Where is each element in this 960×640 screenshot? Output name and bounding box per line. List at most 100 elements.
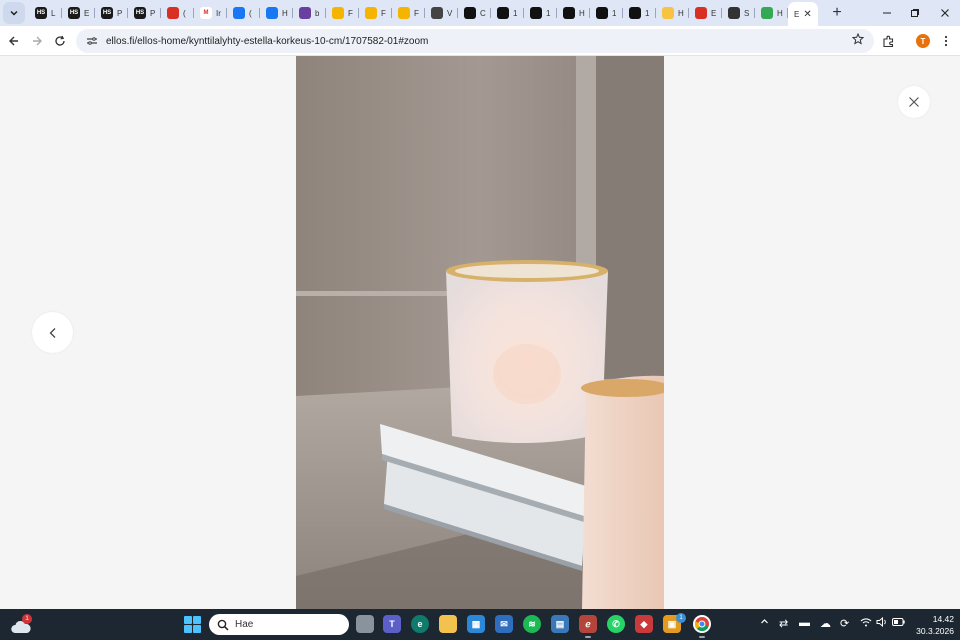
bookmark-star-icon[interactable] <box>851 32 865 48</box>
maps-pin-icon <box>761 7 773 19</box>
minimize-button[interactable] <box>872 0 902 26</box>
new-tab-button[interactable]: + <box>826 2 848 24</box>
gmail-icon: M <box>200 7 212 19</box>
system-clock[interactable]: 14.42 30.3.2026 <box>906 613 954 637</box>
browser-tab[interactable]: HS P <box>95 2 128 24</box>
browser-tab[interactable]: H <box>656 2 689 24</box>
browser-toolbar: ellos.fi/ellos-home/kynttilalyhty-estell… <box>0 26 960 56</box>
browser-tab[interactable]: 1 <box>524 2 557 24</box>
app-red-icon[interactable]: ℯ <box>579 615 597 638</box>
edge-icon[interactable]: e <box>411 615 429 633</box>
volume-icon[interactable] <box>876 616 888 630</box>
flag-icon <box>332 7 344 19</box>
browser-tab[interactable]: 1 <box>590 2 623 24</box>
tab-title: H <box>282 8 288 18</box>
browser-tab[interactable]: E <box>689 2 722 24</box>
browser-tab[interactable]: HS L <box>29 2 62 24</box>
active-tab[interactable]: E ✕ <box>788 2 818 26</box>
browser-tab[interactable]: HS E <box>62 2 95 24</box>
tab-title: F <box>348 8 353 18</box>
site-info-icon[interactable] <box>82 36 102 46</box>
previous-image-button[interactable] <box>32 312 73 353</box>
spotify-icon[interactable]: ≋ <box>523 615 541 633</box>
browser-tab[interactable]: b <box>293 2 326 24</box>
profile-button[interactable]: T <box>911 29 935 53</box>
browser-tab[interactable]: F <box>359 2 392 24</box>
hs-logo-icon: HS <box>134 7 146 19</box>
arrow-left-icon <box>9 36 18 46</box>
flag-icon <box>398 7 410 19</box>
calculator-icon[interactable]: ▤ <box>551 615 569 633</box>
taskbar-search[interactable]: Hae <box>209 614 349 635</box>
store-icon[interactable]: ▦ <box>467 615 485 633</box>
browser-tab[interactable]: M Ir <box>194 2 227 24</box>
bookmark-b-icon <box>299 7 311 19</box>
browser-menu-button[interactable] <box>934 29 958 53</box>
tab-close-icon[interactable]: ✕ <box>803 9 811 20</box>
battery-icon[interactable] <box>892 617 905 629</box>
url-text: ellos.fi/ellos-home/kynttilalyhty-estell… <box>106 35 429 47</box>
tab-title: S <box>744 8 750 18</box>
browser-tab[interactable]: H <box>260 2 293 24</box>
address-bar[interactable]: ellos.fi/ellos-home/kynttilalyhty-estell… <box>76 29 874 53</box>
tab-title: 1 <box>546 8 551 18</box>
restore-button[interactable] <box>900 0 930 26</box>
avatar: T <box>916 34 930 48</box>
browser-tab[interactable]: H <box>755 2 788 24</box>
weather-badge: 1 <box>22 614 32 624</box>
mail-icon[interactable]: ✉ <box>495 615 513 633</box>
tab-title: F <box>414 8 419 18</box>
windows-logo-icon <box>184 616 192 624</box>
browser-tab[interactable]: S <box>722 2 755 24</box>
candle-holder-photo <box>296 56 664 609</box>
start-button[interactable] <box>184 616 201 633</box>
tray-app-icon[interactable]: ⇄ <box>779 617 788 630</box>
play-box-icon <box>596 7 608 19</box>
clock-time: 14.42 <box>932 614 954 624</box>
tab-title: C <box>480 8 486 18</box>
play-box-icon <box>497 7 509 19</box>
browser-tab[interactable]: V <box>425 2 458 24</box>
close-window-button[interactable] <box>930 0 960 26</box>
teams-icon[interactable]: T <box>383 615 401 633</box>
chrome-icon[interactable] <box>693 615 711 638</box>
windows-logo-pane <box>193 625 201 633</box>
tab-search-button[interactable] <box>3 2 25 24</box>
chevron-left-icon <box>49 327 55 338</box>
browser-tab[interactable]: F <box>392 2 425 24</box>
app-shield-icon[interactable]: ◆ <box>635 615 653 633</box>
tray-app-3-icon[interactable]: ☁ <box>820 617 831 630</box>
wifi-icon[interactable] <box>860 617 872 630</box>
search-icon <box>217 619 229 631</box>
browser-tab[interactable]: HS P <box>128 2 161 24</box>
browser-tab[interactable]: H <box>557 2 590 24</box>
tray-app-2-icon[interactable]: ▬ <box>799 617 810 629</box>
hs-logo-icon: HS <box>101 7 113 19</box>
reload-button[interactable] <box>48 29 72 53</box>
chrome-logo-icon <box>695 617 709 631</box>
forward-button[interactable] <box>25 29 49 53</box>
browser-tab[interactable]: 1 <box>623 2 656 24</box>
extensions-button[interactable] <box>876 29 900 53</box>
arrow-right-icon <box>33 36 42 46</box>
minimize-icon <box>883 12 891 14</box>
browser-tab[interactable]: F <box>326 2 359 24</box>
browser-tab[interactable]: C <box>458 2 491 24</box>
back-button[interactable] <box>2 29 26 53</box>
kebab-menu-icon <box>944 35 948 47</box>
close-icon <box>909 97 919 107</box>
whatsapp-icon[interactable]: ✆ <box>607 615 625 633</box>
tray-sync-icon[interactable]: ⟳ <box>840 617 849 630</box>
product-image[interactable] <box>296 56 664 609</box>
tray-overflow-icon[interactable] <box>760 617 769 629</box>
puzzle-icon <box>882 35 893 47</box>
browser-tab[interactable]: ( <box>227 2 260 24</box>
browser-tab[interactable]: ( <box>161 2 194 24</box>
browser-tab[interactable]: 1 <box>491 2 524 24</box>
weather-widget[interactable]: 1 <box>10 614 32 635</box>
close-zoom-button[interactable] <box>898 86 930 118</box>
task-view-icon[interactable] <box>356 615 374 633</box>
tab-title: ( <box>183 8 186 18</box>
restore-icon <box>911 9 919 17</box>
file-explorer-icon[interactable] <box>439 615 457 633</box>
